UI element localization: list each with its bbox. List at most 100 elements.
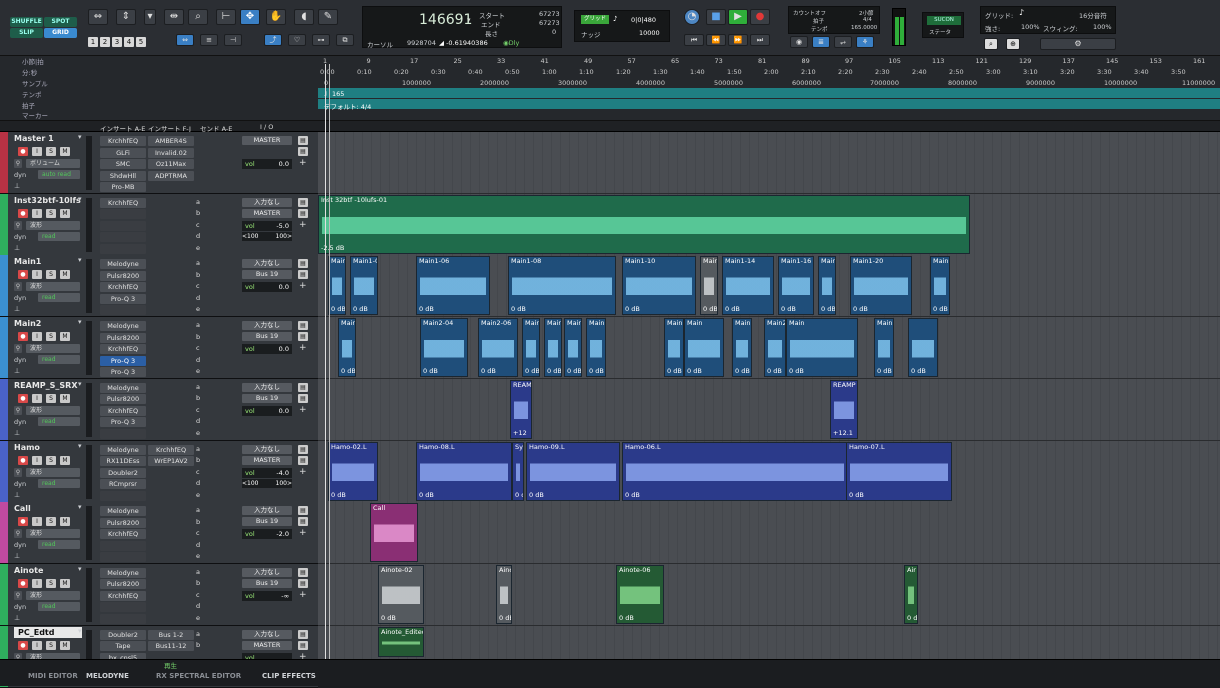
strength-value[interactable]: 100% bbox=[1021, 23, 1040, 31]
loop-record-icon[interactable]: ◉ bbox=[790, 36, 808, 48]
send-slot[interactable]: d bbox=[196, 602, 200, 610]
add-icon[interactable]: + bbox=[299, 590, 307, 600]
insert-slot-fj[interactable]: Oz11Max bbox=[148, 159, 194, 169]
clip-gain[interactable]: 0 dB bbox=[877, 367, 892, 375]
insert-slot[interactable]: Pro-Q 3 bbox=[100, 355, 146, 366]
io-button-2[interactable]: ▤ bbox=[298, 578, 308, 588]
track-lane[interactable] bbox=[318, 132, 1220, 194]
track-timebase-icon[interactable]: ⊥ bbox=[14, 367, 20, 375]
io-button[interactable]: ▤ bbox=[298, 506, 308, 516]
input-selector[interactable]: 入力なし bbox=[242, 567, 292, 577]
zoom-preset-5[interactable]: 5 bbox=[136, 37, 146, 47]
add-icon[interactable]: + bbox=[299, 343, 307, 353]
clip-gain[interactable]: 0 dB bbox=[341, 367, 355, 375]
send-slot[interactable]: c bbox=[196, 344, 200, 352]
add-icon[interactable]: + bbox=[299, 158, 307, 168]
send-slot[interactable]: a bbox=[196, 321, 200, 329]
automation-mode[interactable]: read bbox=[38, 540, 80, 550]
mute-button[interactable]: M bbox=[60, 517, 70, 527]
zoom-preset-4[interactable]: 4 bbox=[124, 37, 134, 47]
track-menu-icon[interactable]: ▾ bbox=[78, 318, 82, 326]
ruler-markers[interactable]: マーカー bbox=[22, 111, 48, 121]
input-selector[interactable]: 入力なし bbox=[242, 197, 292, 207]
automation-mode[interactable]: read bbox=[38, 601, 80, 611]
edit-window[interactable]: Inst 32btf -10lufs-01 -2.5 dB Main 0 dB Main… bbox=[318, 132, 1220, 659]
track-name[interactable]: Hamo bbox=[14, 442, 82, 453]
output-selector[interactable]: Bus 19 bbox=[242, 578, 292, 588]
fast-forward-icon[interactable]: ⏩ bbox=[728, 34, 748, 46]
track-menu-icon[interactable]: ▾ bbox=[78, 565, 82, 573]
insert-slot[interactable] bbox=[100, 232, 146, 243]
send-slot[interactable]: d bbox=[196, 479, 200, 487]
audio-clip[interactable]: Main1-20 0 dB bbox=[850, 256, 912, 316]
output-selector[interactable]: Bus 19 bbox=[242, 332, 292, 342]
tempo-value[interactable]: 165.0000 bbox=[851, 25, 877, 31]
insert-slot-fj[interactable]: Invalid.02 bbox=[148, 147, 194, 158]
clip-gain[interactable]: 0 dB bbox=[423, 367, 438, 375]
output-selector[interactable]: MASTER bbox=[242, 208, 292, 218]
insert-slot[interactable]: Melodyne bbox=[100, 321, 146, 332]
scrubber-tool-icon[interactable]: ◖ bbox=[294, 9, 314, 25]
clip-gain[interactable]: 0 dB bbox=[619, 614, 634, 622]
pan-right[interactable]: 100> bbox=[276, 232, 292, 241]
track-timebase-icon[interactable]: ⊥ bbox=[14, 491, 20, 499]
audio-clip[interactable]: Main2-06 0 dB bbox=[478, 318, 518, 378]
track-name[interactable]: Call bbox=[14, 503, 82, 514]
clip-gain[interactable]: 0 dB bbox=[511, 305, 526, 313]
io-button-2[interactable]: ▤ bbox=[298, 393, 308, 403]
solo-button[interactable]: S bbox=[46, 270, 56, 280]
track-menu-icon[interactable]: ▾ bbox=[78, 195, 82, 203]
track-timebase-icon[interactable]: ⊥ bbox=[14, 182, 20, 190]
insert-slot[interactable]: RCmprsr bbox=[100, 479, 146, 489]
clip-gain[interactable]: 0 dB bbox=[933, 305, 948, 313]
send-slot[interactable]: c bbox=[196, 406, 200, 414]
zoom-preset-3[interactable]: 3 bbox=[112, 37, 122, 47]
send-slot[interactable]: a bbox=[196, 259, 200, 267]
input-selector[interactable]: MASTER bbox=[242, 136, 292, 145]
volume-field[interactable]: vol 0.0 bbox=[242, 405, 292, 416]
solo-button[interactable]: S bbox=[46, 147, 56, 156]
record-enable-icon[interactable]: ● bbox=[18, 332, 28, 342]
input-monitor-button[interactable]: I bbox=[32, 332, 42, 342]
track-name[interactable]: Main1 bbox=[14, 256, 82, 267]
tab-to-transient-icon[interactable]: ⤴ bbox=[264, 34, 282, 46]
io-button[interactable]: ▤ bbox=[298, 197, 308, 207]
send-slot[interactable]: b bbox=[196, 271, 200, 279]
zoomer-tool-icon[interactable]: ⇹ bbox=[164, 9, 184, 25]
send-slot[interactable]: e bbox=[196, 552, 200, 560]
insert-slot-fj[interactable]: WrEP1AV2 bbox=[148, 456, 194, 466]
insert-slot-fj[interactable]: Bus11-12 bbox=[148, 641, 194, 652]
audio-clip[interactable]: Main 0 dB bbox=[700, 256, 718, 316]
audio-clip[interactable]: Main 0 dB bbox=[818, 256, 836, 316]
lock-icon[interactable]: ⚲ bbox=[14, 344, 22, 354]
send-slot[interactable]: b bbox=[196, 579, 200, 587]
record-enable-icon[interactable]: ● bbox=[18, 640, 28, 650]
link-icon[interactable]: ⇔ bbox=[176, 34, 194, 46]
pan-right[interactable]: 100> bbox=[276, 479, 292, 488]
insert-slot[interactable]: Melodyne bbox=[100, 567, 146, 578]
clip-gain[interactable]: 0 dB bbox=[381, 614, 396, 622]
send-slot[interactable]: c bbox=[196, 468, 200, 476]
audio-clip[interactable]: Main 0 dB bbox=[544, 318, 562, 378]
send-slot[interactable]: a bbox=[196, 506, 200, 514]
clip-gain[interactable]: +12.1 bbox=[833, 429, 853, 437]
add-icon[interactable]: + bbox=[299, 528, 307, 538]
track-4[interactable]: REAMP_S_SRX ▾ ● I S M ⚲ 波形 dyn read ⊥ Melodyne Pulsr… bbox=[0, 378, 318, 441]
audio-clip[interactable]: Main2-2 0 dB bbox=[874, 318, 894, 378]
insert-slot[interactable]: Pulsr8200 bbox=[100, 517, 146, 528]
insert-slot[interactable]: RX11DEss bbox=[100, 456, 146, 466]
audio-clip[interactable]: Main1-14 0 dB bbox=[722, 256, 774, 316]
trim-tool-icon[interactable]: ⊢ bbox=[216, 9, 236, 25]
end-value[interactable]: 67273 bbox=[539, 19, 560, 27]
add-icon[interactable]: + bbox=[299, 405, 307, 415]
mute-button[interactable]: M bbox=[60, 640, 70, 650]
volume-field[interactable]: vol -2.0 bbox=[242, 529, 292, 540]
stop-icon[interactable]: ■ bbox=[706, 9, 726, 25]
swing-value[interactable]: 100% bbox=[1093, 23, 1112, 31]
playhead-cursor[interactable] bbox=[325, 64, 326, 659]
track-2[interactable]: Main1 ▾ ● I S M ⚲ 波形 dyn read ⊥ Melodyne Pulsr8200 Kr… bbox=[0, 255, 318, 318]
tab-melodyne[interactable]: MELODYNE bbox=[86, 672, 129, 680]
clip-gain[interactable]: 0 dB bbox=[907, 614, 917, 622]
solo-button[interactable]: S bbox=[46, 455, 56, 465]
automation-mode[interactable]: read bbox=[38, 416, 80, 426]
